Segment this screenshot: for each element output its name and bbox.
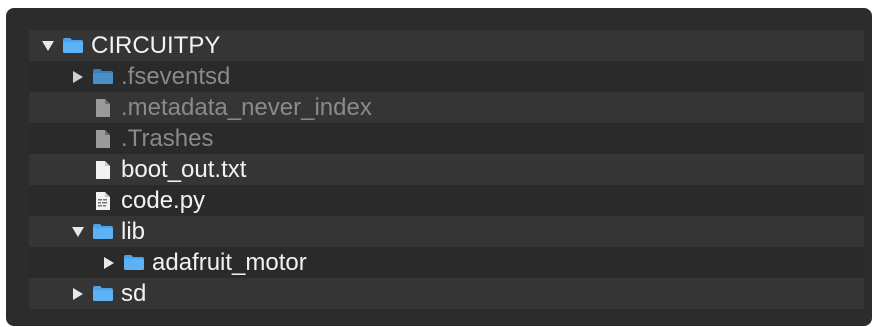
- disclosure-expanded-icon[interactable]: [37, 40, 59, 51]
- folder-icon: [91, 66, 115, 88]
- tree-row-boot-out-txt[interactable]: boot_out.txt: [29, 154, 864, 185]
- folder-icon: [61, 35, 85, 57]
- folder-icon: [91, 283, 115, 305]
- file-tree: CIRCUITPY .fseventsd .metadata_never_ind…: [29, 30, 864, 309]
- document-icon: [91, 128, 115, 150]
- tree-row-code-py[interactable]: code.py: [29, 185, 864, 216]
- disclosure-collapsed-icon[interactable]: [67, 70, 89, 83]
- disclosure-expanded-icon[interactable]: [67, 226, 89, 237]
- tree-row-fseventsd[interactable]: .fseventsd: [29, 61, 864, 92]
- tree-row-label: .fseventsd: [121, 63, 231, 90]
- tree-row-label: adafruit_motor: [152, 249, 307, 276]
- disclosure-collapsed-icon[interactable]: [67, 287, 89, 300]
- tree-row-label: .Trashes: [121, 125, 214, 152]
- document-icon: [91, 97, 115, 119]
- folder-icon: [122, 252, 146, 274]
- tree-row-metadata-never-index[interactable]: .metadata_never_index: [29, 92, 864, 123]
- tree-row-label: sd: [121, 280, 147, 307]
- tree-row-circuitpy[interactable]: CIRCUITPY: [29, 30, 864, 61]
- tree-row-label: code.py: [121, 187, 206, 214]
- tree-row-sd[interactable]: sd: [29, 278, 864, 309]
- tree-row-lib[interactable]: lib: [29, 216, 864, 247]
- tree-row-label: .metadata_never_index: [121, 94, 372, 121]
- tree-row-label: lib: [121, 218, 146, 245]
- tree-row-trashes[interactable]: .Trashes: [29, 123, 864, 154]
- folder-icon: [91, 221, 115, 243]
- python-file-icon: [91, 190, 115, 212]
- finder-file-tree-panel: CIRCUITPY .fseventsd .metadata_never_ind…: [6, 8, 872, 326]
- tree-row-label: boot_out.txt: [121, 156, 247, 183]
- tree-row-label: CIRCUITPY: [91, 32, 221, 59]
- tree-row-adafruit-motor[interactable]: adafruit_motor: [29, 247, 864, 278]
- document-icon: [91, 159, 115, 181]
- disclosure-collapsed-icon[interactable]: [98, 256, 120, 269]
